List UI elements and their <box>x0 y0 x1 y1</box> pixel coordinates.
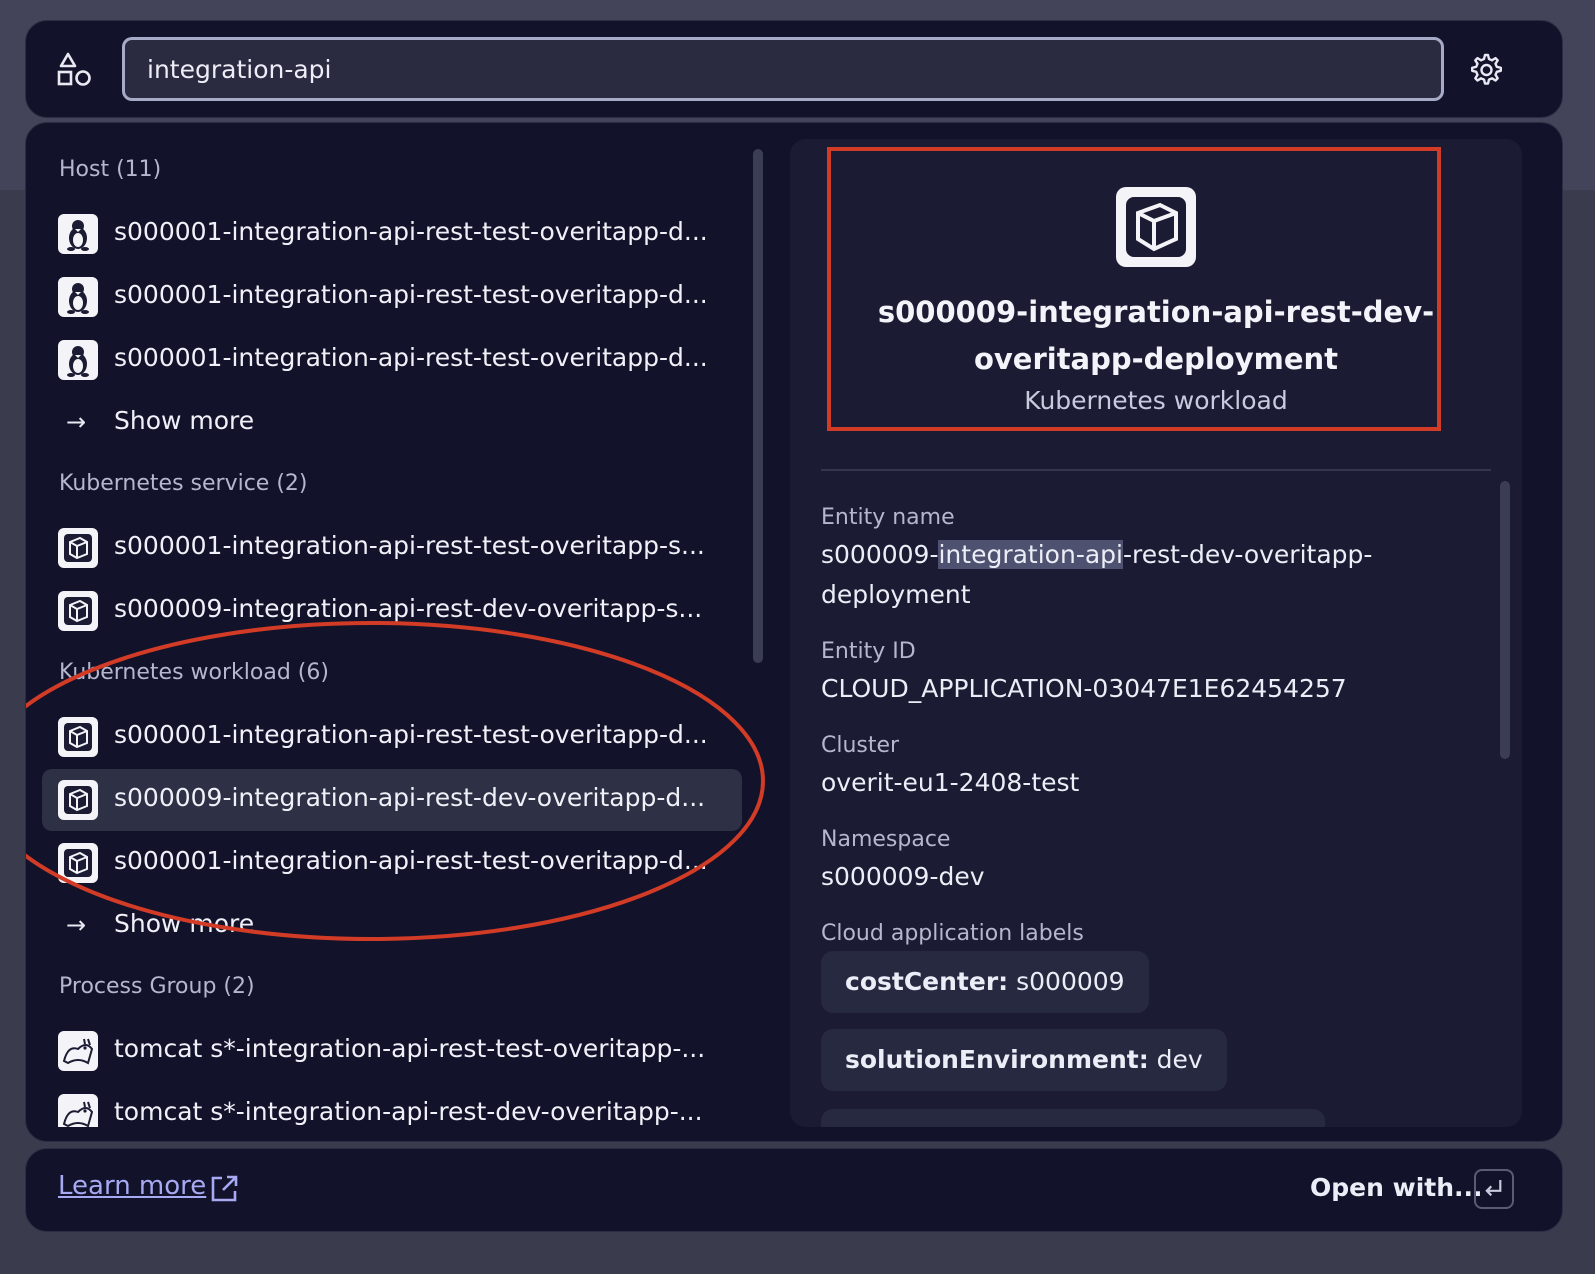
open-with-button[interactable]: Open with... <box>1310 1173 1483 1202</box>
enter-key-icon <box>1474 1169 1514 1209</box>
entity-name-line2: deployment <box>821 580 971 609</box>
list-item[interactable]: tomcat s*-integration-api-rest-dev-overi… <box>42 1083 742 1127</box>
entity-name-prefix: s000009- <box>821 540 939 569</box>
divider <box>821 469 1491 471</box>
section-header-kubernetes-workload: Kubernetes workload (6) <box>59 660 329 685</box>
cluster-label: Cluster <box>821 733 900 758</box>
kubernetes-cube-icon <box>58 780 98 820</box>
search-bar <box>25 20 1563 118</box>
entity-detail-pane: s000009-integration-api-rest-dev- overit… <box>790 139 1522 1127</box>
arrow-right-icon: → <box>66 911 87 939</box>
list-item[interactable]: s000001-integration-api-rest-test-overit… <box>42 832 742 894</box>
section-header-kubernetes-service: Kubernetes service (2) <box>59 471 308 496</box>
show-more-workload[interactable]: → Show more <box>42 895 742 957</box>
footer-bar: Learn more Open with... <box>25 1148 1563 1232</box>
label-value: dev <box>1148 1045 1203 1074</box>
namespace-label: Namespace <box>821 827 951 852</box>
label-chip: solutionEnvironment: dev <box>821 1029 1227 1091</box>
show-more-label: Show more <box>114 909 255 938</box>
label-chip: costCenter: s000009 <box>821 951 1149 1013</box>
cluster-value: overit-eu1-2408-test <box>821 768 1080 797</box>
arrow-right-icon: → <box>66 408 87 436</box>
list-item-label: s000001-integration-api-rest-test-overit… <box>114 531 705 560</box>
list-scrollbar[interactable] <box>753 149 763 663</box>
linux-tux-icon <box>58 277 98 317</box>
entity-name-label: Entity name <box>821 505 955 530</box>
list-item[interactable]: tomcat s*-integration-api-rest-test-over… <box>42 1020 742 1082</box>
kubernetes-cube-icon <box>58 717 98 757</box>
list-item-label: tomcat s*-integration-api-rest-dev-overi… <box>114 1097 703 1126</box>
entity-name-suffix: -rest-dev-overitapp- <box>1122 540 1373 569</box>
detail-scrollbar[interactable] <box>1500 481 1510 759</box>
list-item[interactable]: s000001-integration-api-rest-test-overit… <box>42 203 742 265</box>
label-value: s000009 <box>1008 967 1125 996</box>
kubernetes-cube-icon <box>58 591 98 631</box>
list-item-selected[interactable]: s000009-integration-api-rest-dev-overita… <box>42 769 742 831</box>
gear-icon[interactable] <box>1466 51 1504 89</box>
linux-tux-icon <box>58 340 98 380</box>
label-chip-partial <box>821 1109 1325 1127</box>
shapes-icon[interactable] <box>56 51 94 89</box>
list-item-label: s000001-integration-api-rest-test-overit… <box>114 280 708 309</box>
results-panel: Host (11) s000001-integration-api-rest-t… <box>25 122 1563 1142</box>
entity-title: s000009-integration-api-rest-dev- overit… <box>850 289 1462 383</box>
list-item[interactable]: s000001-integration-api-rest-test-overit… <box>42 517 742 579</box>
labels-label: Cloud application labels <box>821 921 1084 946</box>
kubernetes-cube-icon <box>58 843 98 883</box>
results-list: Host (11) s000001-integration-api-rest-t… <box>26 123 786 1127</box>
list-item[interactable]: s000001-integration-api-rest-test-overit… <box>42 706 742 768</box>
list-item-label: s000001-integration-api-rest-test-overit… <box>114 343 708 372</box>
entity-id-value: CLOUD_APPLICATION-03047E1E62454257 <box>821 674 1347 703</box>
label-key: solutionEnvironment: <box>845 1045 1149 1074</box>
entity-name-highlight: integration-api <box>938 540 1123 569</box>
kubernetes-cube-icon <box>1116 187 1196 267</box>
list-item[interactable]: s000001-integration-api-rest-test-overit… <box>42 329 742 391</box>
search-input[interactable] <box>122 37 1444 101</box>
entity-id-label: Entity ID <box>821 639 916 664</box>
list-item-label: s000001-integration-api-rest-test-overit… <box>114 217 708 246</box>
section-header-host: Host (11) <box>59 157 162 182</box>
list-item-label: s000009-integration-api-rest-dev-overita… <box>114 783 706 812</box>
list-item[interactable]: s000001-integration-api-rest-test-overit… <box>42 266 742 328</box>
learn-more-link[interactable]: Learn more <box>58 1171 206 1201</box>
tomcat-icon <box>58 1094 98 1127</box>
list-item[interactable]: s000009-integration-api-rest-dev-overita… <box>42 580 742 642</box>
list-item-label: tomcat s*-integration-api-rest-test-over… <box>114 1034 706 1063</box>
tomcat-icon <box>58 1031 98 1071</box>
show-more-label: Show more <box>114 406 255 435</box>
label-key: costCenter: <box>845 967 1009 996</box>
entity-title-line2: overitapp-deployment <box>973 342 1339 376</box>
list-item-label: s000009-integration-api-rest-dev-overita… <box>114 594 703 623</box>
kubernetes-cube-icon <box>58 528 98 568</box>
linux-tux-icon <box>58 214 98 254</box>
namespace-value: s000009-dev <box>821 862 985 891</box>
external-link-icon[interactable] <box>208 1173 240 1205</box>
list-item-label: s000001-integration-api-rest-test-overit… <box>114 720 708 749</box>
list-item-label: s000001-integration-api-rest-test-overit… <box>114 846 708 875</box>
entity-title-line1: s000009-integration-api-rest-dev- <box>877 295 1435 329</box>
show-more-host[interactable]: → Show more <box>42 392 742 454</box>
entity-type: Kubernetes workload <box>1024 386 1288 415</box>
entity-name-value: s000009-integration-api-rest-dev-overita… <box>821 535 1441 615</box>
section-header-process-group: Process Group (2) <box>59 974 255 999</box>
